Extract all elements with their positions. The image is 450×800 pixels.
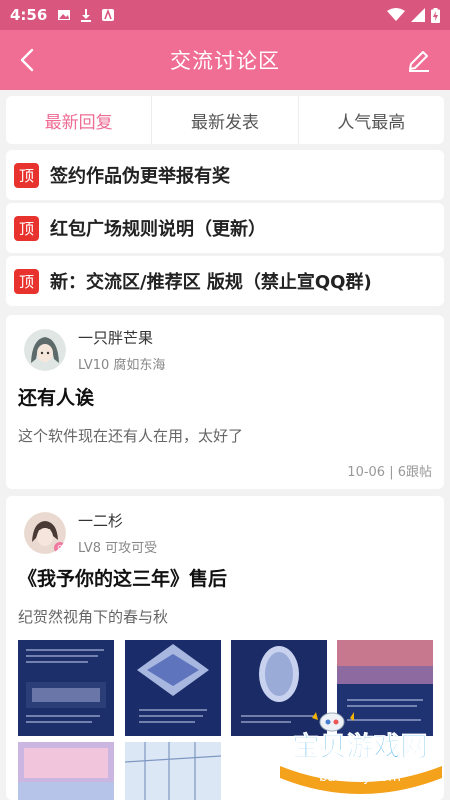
app-bar: 交流讨论区	[0, 30, 450, 90]
pinned-badge: 顶	[14, 268, 39, 294]
post-title: 还有人诶	[18, 387, 95, 409]
status-bar: 4:56	[0, 0, 450, 30]
post-image[interactable]	[125, 742, 221, 800]
username: 一二杉	[78, 512, 124, 530]
post-title: 《我予你的这三年》售后	[18, 568, 228, 590]
pinned-badge: 顶	[14, 215, 39, 241]
battery-icon	[431, 7, 440, 23]
site-watermark-logo: 宝贝游戏网 baobeiy.com	[280, 712, 442, 794]
signal-icon	[411, 8, 425, 22]
pinned-title: 签约作品伪更举报有奖	[50, 166, 230, 187]
user-level: LV8 可攻可受	[78, 541, 158, 556]
sort-tabs: 最新回复 最新发表 人气最高	[6, 96, 444, 144]
edit-pencil-icon[interactable]	[406, 46, 432, 72]
tab-latest-reply[interactable]: 最新回复	[6, 96, 153, 144]
image-notification-icon	[58, 10, 71, 20]
page-title: 交流讨论区	[170, 49, 280, 73]
post-author[interactable]: ♀ 一二杉 LV8 可攻可受	[24, 510, 157, 556]
username: 一只胖芒果	[78, 329, 154, 347]
post-image[interactable]	[18, 640, 114, 736]
svg-text:baobeiy.com: baobeiy.com	[319, 770, 401, 785]
tab-most-popular[interactable]: 人气最高	[299, 96, 444, 144]
post-summary: 这个软件现在还有人在用，太好了	[18, 427, 244, 445]
post-meta: 10-06 | 6跟帖	[347, 465, 432, 480]
post-image[interactable]	[18, 742, 114, 800]
post-summary: 纪贺然视角下的春与秋	[18, 608, 169, 626]
post-author[interactable]: 一只胖芒果 LV10 腐如东海	[24, 327, 165, 373]
download-notification-icon	[81, 9, 92, 22]
avatar[interactable]	[24, 329, 66, 371]
post-card[interactable]: 一只胖芒果 LV10 腐如东海 还有人诶 这个软件现在还有人在用，太好了 10-…	[6, 315, 444, 489]
pinned-title: 新：交流区/推荐区 版规（禁止宣QQ群)	[50, 272, 372, 293]
svg-text:宝贝游戏网: 宝贝游戏网	[293, 731, 428, 763]
pinned-item[interactable]: 顶 签约作品伪更举报有奖	[6, 150, 444, 200]
pinned-item[interactable]: 顶 新：交流区/推荐区 版规（禁止宣QQ群)	[6, 256, 444, 306]
tab-latest-post[interactable]: 最新发表	[152, 96, 299, 144]
status-time: 4:56	[10, 6, 48, 24]
user-level: LV10 腐如东海	[78, 358, 166, 373]
pinned-title: 红包广场规则说明（更新）	[50, 219, 266, 240]
svg-text:♀: ♀	[57, 544, 63, 553]
back-arrow-icon[interactable]	[14, 46, 42, 74]
post-image[interactable]	[125, 640, 221, 736]
wifi-icon	[387, 8, 405, 21]
avatar[interactable]: ♀	[24, 512, 66, 554]
app-notification-icon	[102, 8, 115, 21]
pinned-badge: 顶	[14, 162, 39, 188]
pinned-item[interactable]: 顶 红包广场规则说明（更新）	[6, 203, 444, 253]
